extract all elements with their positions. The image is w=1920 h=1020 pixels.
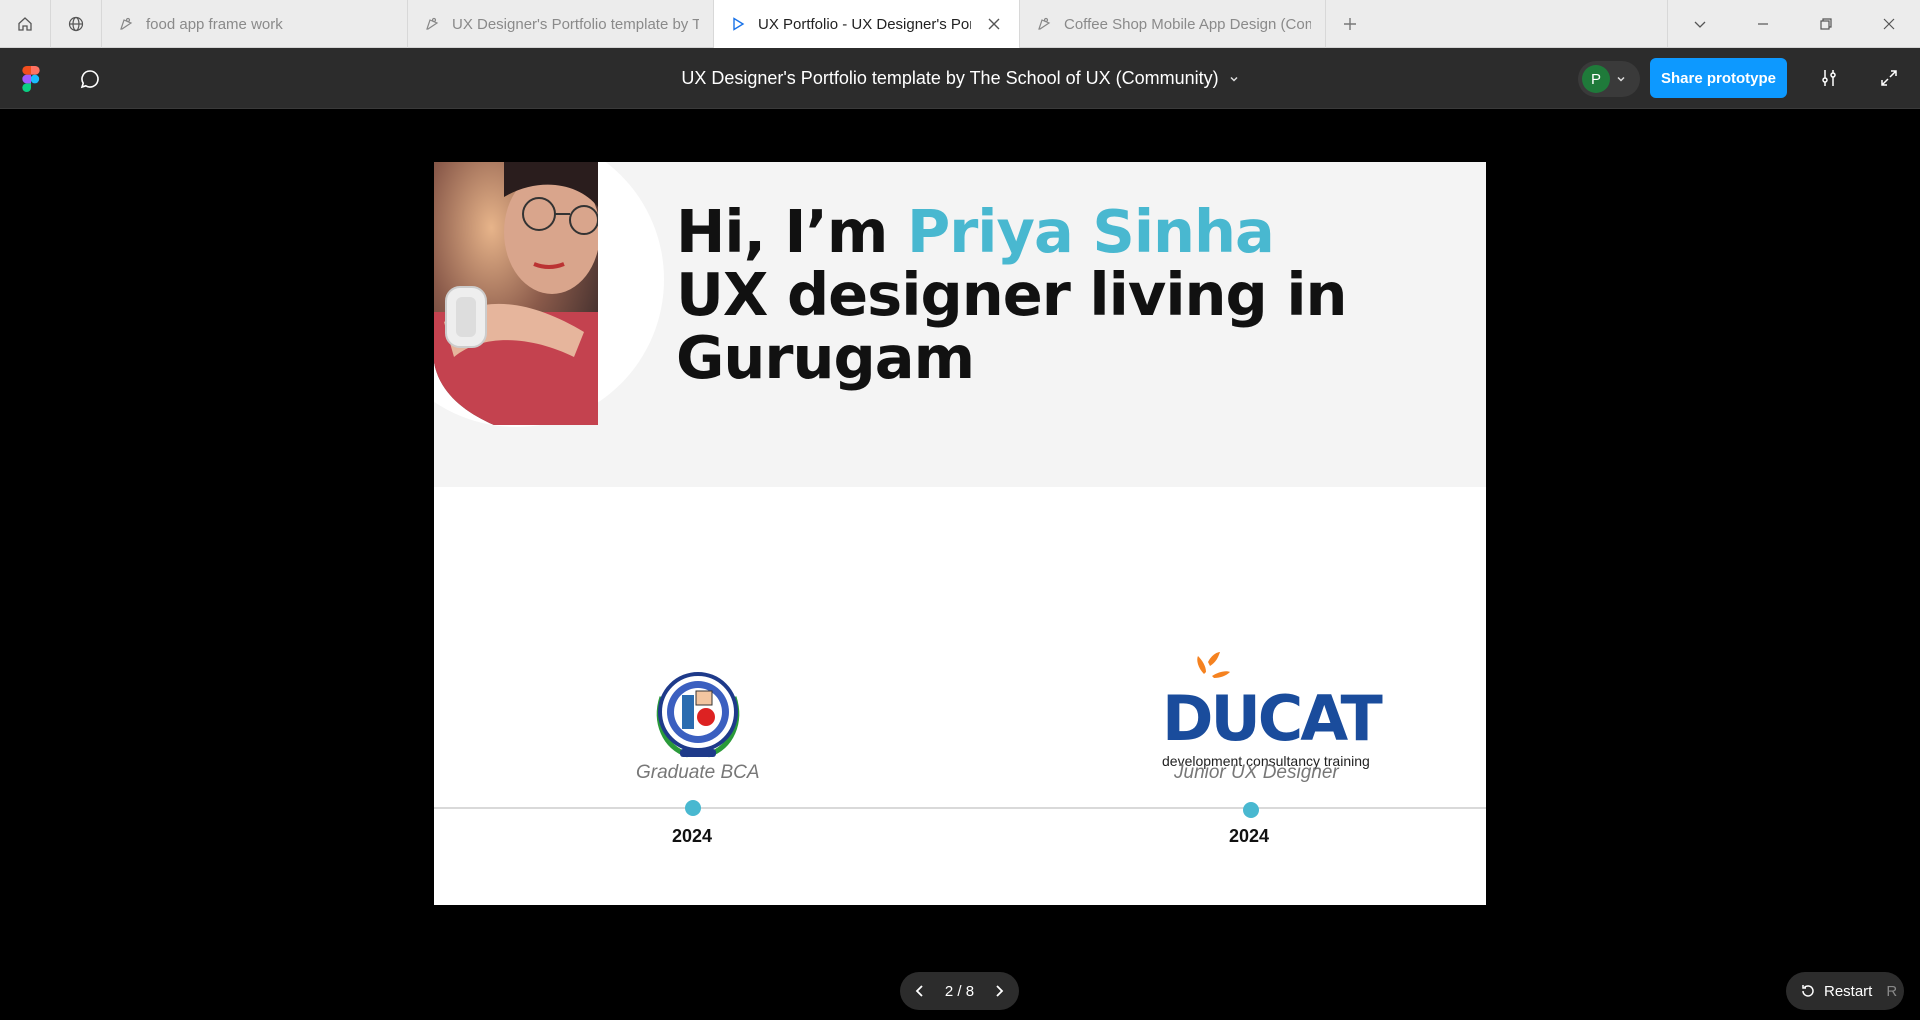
tab-bar-spacer — [1374, 0, 1667, 47]
chevron-left-icon — [915, 985, 923, 997]
profile-photo — [434, 162, 598, 425]
hero-headline: Hi, I’m Priya Sinha UX designer living i… — [676, 200, 1348, 392]
close-window-button[interactable] — [1857, 0, 1920, 48]
chevron-down-icon — [1230, 76, 1238, 82]
design-file-icon — [1038, 17, 1051, 30]
hero-section: Hi, I’m Priya Sinha UX designer living i… — [434, 162, 1486, 487]
restore-button[interactable] — [1794, 0, 1857, 48]
designer-name: Priya Sinha — [906, 197, 1275, 266]
tab-coffee-shop[interactable]: Coffee Shop Mobile App Design (Com — [1020, 0, 1326, 48]
new-tab-button[interactable] — [1326, 0, 1374, 48]
tab-portfolio-template[interactable]: UX Designer's Portfolio template by T — [408, 0, 714, 48]
frame-pager: 2 / 8 — [900, 972, 1019, 1010]
timeline-year-job: 2024 — [1229, 826, 1270, 846]
avatar: P — [1582, 65, 1610, 93]
timeline-year-education: 2024 — [672, 826, 713, 846]
prototype-settings-button[interactable] — [1815, 64, 1843, 92]
tab-food-app[interactable]: food app frame work — [102, 0, 408, 48]
restart-label: Restart — [1824, 982, 1873, 1000]
timeline-line — [434, 807, 1486, 809]
tab-title: food app frame work — [146, 15, 283, 33]
chevron-down-icon — [1694, 21, 1705, 28]
share-prototype-button[interactable]: Share prototype — [1650, 58, 1787, 98]
file-menu-chevron[interactable] — [1229, 74, 1239, 84]
fullscreen-button[interactable] — [1875, 64, 1903, 92]
expand-icon — [1881, 70, 1897, 86]
close-icon — [988, 18, 1000, 30]
tab-title: UX Portfolio - UX Designer's Port — [758, 15, 971, 33]
restore-icon — [1819, 18, 1832, 30]
previous-frame-button[interactable] — [908, 979, 932, 1003]
restart-icon — [1802, 985, 1814, 997]
ducat-wordmark: DUCAT — [1162, 682, 1382, 755]
ducat-logo: DUCAT development consultancy training — [1160, 652, 1390, 772]
headline-line-3: Gurugam — [676, 323, 975, 392]
file-title[interactable]: UX Designer's Portfolio template by The … — [681, 68, 1218, 89]
play-prototype-icon — [733, 17, 745, 31]
home-icon — [18, 17, 32, 31]
frame-counter: 2 / 8 — [944, 982, 975, 1000]
next-frame-button[interactable] — [987, 979, 1011, 1003]
chevron-down-icon — [1617, 76, 1625, 82]
university-seal-logo — [656, 672, 740, 758]
home-button[interactable] — [0, 0, 51, 48]
restart-shortcut: R — [1886, 982, 1898, 1000]
comment-icon — [80, 70, 99, 89]
timeline-caption-education: Graduate BCA — [636, 762, 760, 783]
chevron-right-icon — [996, 985, 1004, 997]
user-menu[interactable]: P — [1578, 61, 1640, 97]
community-button[interactable] — [51, 0, 102, 48]
greeting-text: Hi, I’m — [676, 197, 907, 266]
close-tab-button[interactable] — [983, 13, 1005, 35]
tab-ux-portfolio-active[interactable]: UX Portfolio - UX Designer's Port — [714, 0, 1020, 48]
timeline-caption-job: Junior UX Designer — [1174, 762, 1339, 783]
tab-title: Coffee Shop Mobile App Design (Com — [1064, 15, 1311, 33]
prototype-frame[interactable]: Hi, I’m Priya Sinha UX designer living i… — [434, 162, 1486, 905]
design-file-icon — [120, 17, 133, 30]
restart-button[interactable]: Restart R — [1786, 972, 1904, 1010]
globe-icon — [68, 16, 84, 32]
headline-line-1: Hi, I’m Priya Sinha — [676, 200, 1347, 263]
window-controls — [1667, 0, 1920, 47]
comment-button[interactable] — [76, 65, 104, 93]
headline-line-2: UX designer living in — [676, 260, 1348, 329]
prototype-toolbar: UX Designer's Portfolio template by The … — [0, 48, 1920, 109]
figma-logo-icon[interactable] — [22, 66, 40, 92]
minimize-icon — [1757, 23, 1768, 25]
minimize-button[interactable] — [1731, 0, 1794, 48]
plus-icon — [1344, 18, 1356, 30]
timeline-dot-job[interactable] — [1243, 802, 1259, 818]
timeline-dot-education[interactable] — [685, 800, 701, 816]
close-icon — [1883, 18, 1894, 30]
tab-title: UX Designer's Portfolio template by T — [452, 15, 699, 33]
design-file-icon — [426, 17, 439, 30]
browser-tab-bar: food app frame work UX Designer's Portfo… — [0, 0, 1920, 48]
sliders-icon — [1822, 70, 1836, 86]
tab-list-button[interactable] — [1668, 0, 1731, 48]
